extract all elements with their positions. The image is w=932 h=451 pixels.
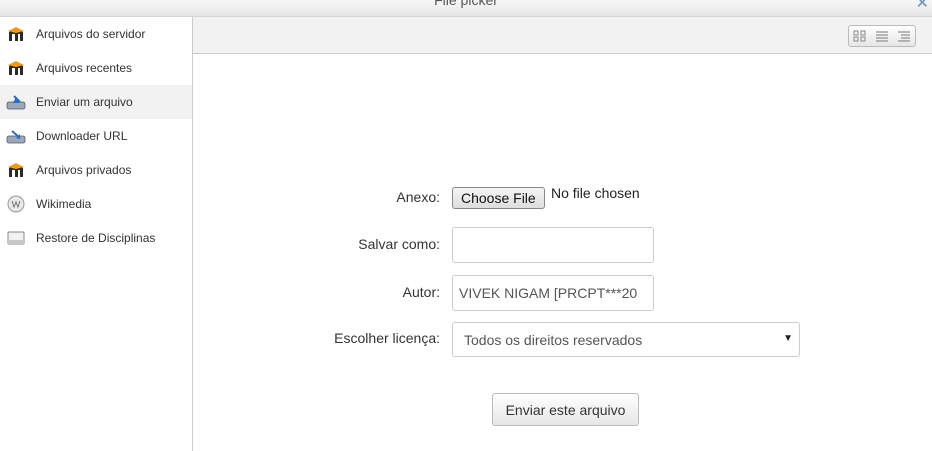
sidebar-item-recent-files[interactable]: Arquivos recentes bbox=[0, 51, 192, 85]
license-label: Escolher licença: bbox=[334, 330, 440, 346]
file-toolbar bbox=[193, 17, 932, 54]
sidebar-item-private-files[interactable]: Arquivos privados bbox=[0, 153, 192, 187]
window-titlebar: File picker ✕ bbox=[0, 0, 932, 17]
sidebar-item-label: Restore de Disciplinas bbox=[36, 231, 156, 245]
icons-view-icon[interactable] bbox=[849, 26, 871, 46]
save-as-label: Salvar como: bbox=[358, 236, 440, 252]
upload-submit-button[interactable]: Enviar este arquivo bbox=[492, 393, 639, 426]
sidebar-item-course-restore[interactable]: Restore de Disciplinas bbox=[0, 221, 192, 255]
sidebar-item-label: Arquivos recentes bbox=[36, 61, 133, 75]
list-view-icon[interactable] bbox=[871, 26, 893, 46]
sidebar-item-url-downloader[interactable]: Downloader URL bbox=[0, 119, 192, 153]
upload-icon bbox=[6, 92, 26, 112]
wikimedia-icon bbox=[6, 194, 26, 214]
repository-sidebar: Arquivos do servidor Arquivos recentes E… bbox=[0, 17, 193, 451]
moodle-icon bbox=[6, 58, 26, 78]
tree-view-icon[interactable] bbox=[893, 26, 915, 46]
moodle-icon bbox=[6, 160, 26, 180]
no-file-chosen-text: No file chosen bbox=[551, 185, 640, 201]
license-selected-value: Todos os direitos reservados bbox=[464, 332, 643, 348]
view-mode-group bbox=[848, 25, 916, 47]
author-label: Autor: bbox=[402, 284, 440, 300]
sidebar-item-label: Enviar um arquivo bbox=[36, 95, 133, 109]
chevron-down-icon: ▼ bbox=[783, 333, 793, 344]
sidebar-item-server-files[interactable]: Arquivos do servidor bbox=[0, 17, 192, 51]
save-as-input[interactable] bbox=[452, 227, 654, 263]
license-select[interactable]: Todos os direitos reservados ▼ bbox=[452, 322, 800, 357]
sidebar-item-label: Downloader URL bbox=[36, 129, 128, 143]
window-title: File picker bbox=[434, 0, 498, 8]
sidebar-item-label: Wikimedia bbox=[36, 197, 92, 211]
author-input[interactable] bbox=[452, 275, 654, 311]
sidebar-item-wikimedia[interactable]: Wikimedia bbox=[0, 187, 192, 221]
attachment-label: Anexo: bbox=[396, 189, 440, 205]
sidebar-item-label: Arquivos privados bbox=[36, 163, 132, 177]
drive-icon bbox=[6, 228, 26, 248]
download-icon bbox=[6, 126, 26, 146]
close-icon[interactable]: ✕ bbox=[916, 0, 929, 13]
choose-file-button[interactable]: Choose File bbox=[452, 187, 545, 209]
sidebar-item-upload-file[interactable]: Enviar um arquivo bbox=[0, 85, 192, 119]
moodle-icon bbox=[6, 24, 26, 44]
sidebar-item-label: Arquivos do servidor bbox=[36, 27, 146, 41]
